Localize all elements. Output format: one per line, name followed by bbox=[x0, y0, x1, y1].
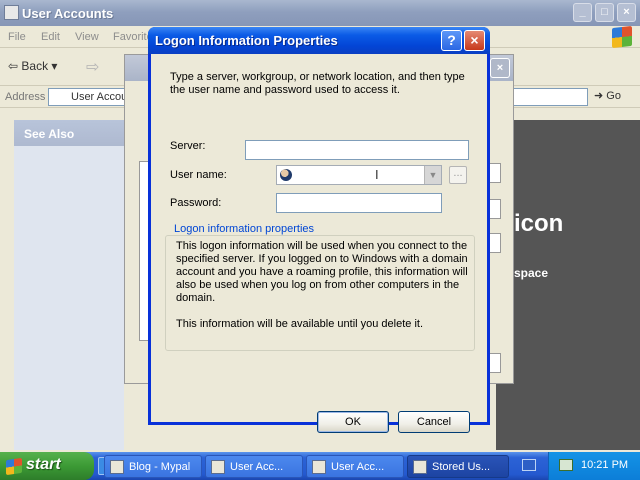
background-title-bar: User Accounts _ □ × bbox=[0, 0, 640, 26]
text-cursor-icon: I bbox=[375, 167, 379, 182]
username-combo[interactable]: ▼ bbox=[276, 165, 442, 185]
network-icon[interactable] bbox=[559, 459, 573, 471]
menu-file[interactable]: File bbox=[8, 31, 26, 43]
user-accounts-icon bbox=[211, 460, 225, 474]
menu-view[interactable]: View bbox=[75, 31, 99, 43]
password-label: Password: bbox=[170, 197, 222, 209]
window-icon bbox=[312, 460, 326, 474]
help-icon[interactable]: ? bbox=[441, 30, 462, 51]
stored-dialog-close-icon[interactable]: × bbox=[490, 58, 510, 78]
cancel-button[interactable]: Cancel bbox=[398, 411, 470, 433]
key-icon bbox=[413, 460, 427, 474]
forward-icon[interactable]: ⇨ bbox=[86, 57, 99, 77]
dialog-close-icon[interactable]: × bbox=[464, 30, 485, 51]
system-tray: 10:21 PM bbox=[548, 452, 640, 480]
right-panel-heading: icon bbox=[514, 210, 564, 237]
side-panel: See Also bbox=[14, 120, 124, 450]
group-description: This logon information will be used when… bbox=[176, 240, 468, 304]
right-panel: icon space bbox=[496, 120, 640, 450]
ok-button[interactable]: OK bbox=[317, 411, 389, 433]
intro-text: Type a server, workgroup, or network loc… bbox=[170, 71, 465, 96]
taskbar: start Blog - Mypal User Acc... User Acc.… bbox=[0, 452, 640, 480]
go-button[interactable]: ➜ Go bbox=[594, 89, 621, 102]
close-icon[interactable]: × bbox=[617, 3, 636, 22]
task-stored-usernames[interactable]: Stored Us... bbox=[407, 455, 509, 478]
address-label: Address bbox=[5, 91, 46, 103]
server-input[interactable] bbox=[245, 140, 469, 160]
browser-icon bbox=[110, 460, 124, 474]
username-label: User name: bbox=[170, 169, 227, 181]
dialog-title: Logon Information Properties bbox=[155, 33, 338, 48]
user-accounts-icon bbox=[4, 5, 19, 20]
server-label: Server: bbox=[170, 140, 206, 152]
windows-logo-icon bbox=[612, 25, 632, 49]
dialog-title-bar[interactable]: Logon Information Properties ? × bbox=[148, 27, 490, 54]
background-window-title: User Accounts bbox=[22, 6, 114, 21]
password-input[interactable] bbox=[276, 193, 442, 213]
user-icon bbox=[280, 169, 292, 181]
task-user-accounts-2[interactable]: User Acc... bbox=[306, 455, 404, 478]
right-panel-subtext: space bbox=[514, 266, 549, 280]
group-availability-note: This information will be available until… bbox=[176, 318, 424, 330]
maximize-icon[interactable]: □ bbox=[595, 3, 614, 22]
task-blog-mypal[interactable]: Blog - Mypal bbox=[104, 455, 202, 478]
start-button[interactable]: start bbox=[0, 452, 94, 480]
back-button[interactable]: ⇦ Back ▾ bbox=[8, 59, 57, 73]
menu-edit[interactable]: Edit bbox=[41, 31, 60, 43]
dropdown-arrow-icon[interactable]: ▼ bbox=[424, 166, 441, 184]
browse-button[interactable]: ... bbox=[449, 166, 467, 184]
logon-information-dialog: Logon Information Properties ? × Type a … bbox=[148, 27, 490, 433]
clock[interactable]: 10:21 PM bbox=[581, 459, 628, 471]
group-legend: Logon information properties bbox=[171, 223, 318, 235]
minimize-icon[interactable]: _ bbox=[573, 3, 592, 22]
keyboard-icon[interactable] bbox=[522, 459, 536, 471]
task-user-accounts[interactable]: User Acc... bbox=[205, 455, 303, 478]
windows-flag-icon bbox=[6, 457, 22, 476]
see-also-heading: See Also bbox=[14, 120, 124, 146]
dialog-body: Type a server, workgroup, or network loc… bbox=[151, 54, 487, 433]
